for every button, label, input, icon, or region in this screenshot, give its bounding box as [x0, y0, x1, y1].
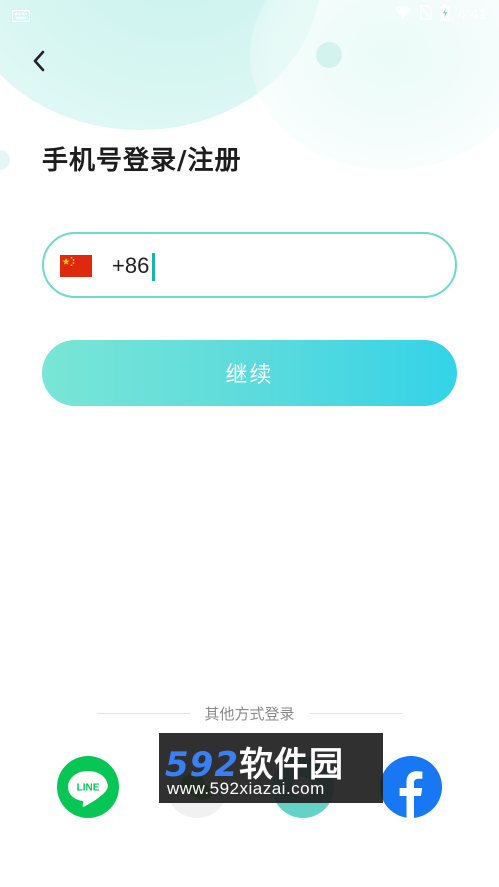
continue-button[interactable]: 继续: [42, 340, 457, 406]
divider-line: [97, 712, 190, 714]
back-button[interactable]: [22, 44, 56, 78]
wifi-icon: [394, 5, 412, 24]
line-login-button[interactable]: LINE: [57, 756, 119, 818]
phone-input[interactable]: [112, 247, 432, 285]
watermark-url: www.592xiazai.com: [167, 779, 325, 798]
divider-line: [309, 712, 403, 714]
decor-dot: [316, 42, 342, 68]
page-title: 手机号登录/注册: [42, 146, 242, 176]
keyboard-icon: [11, 7, 31, 26]
watermark-logo: 592软件园 www.592xiazai.com: [159, 733, 383, 803]
no-sim-icon: [419, 5, 433, 24]
battery-icon: [439, 4, 450, 25]
text-cursor: [152, 253, 155, 281]
line-icon: LINE: [68, 771, 108, 807]
svg-text:LINE: LINE: [77, 783, 100, 794]
other-login-label: 其他方式登录: [204, 704, 295, 723]
status-time: 4:41: [457, 6, 487, 23]
facebook-icon: [399, 771, 423, 818]
phone-field[interactable]: [42, 232, 457, 298]
country-flag-selector[interactable]: [60, 255, 92, 277]
decor-dot: [0, 150, 10, 170]
other-login-divider: 其他方式登录: [97, 700, 403, 726]
facebook-login-button[interactable]: [380, 756, 442, 818]
china-flag-icon: [60, 255, 92, 277]
chevron-left-icon: [33, 50, 45, 72]
status-bar: 4:41: [0, 0, 499, 28]
